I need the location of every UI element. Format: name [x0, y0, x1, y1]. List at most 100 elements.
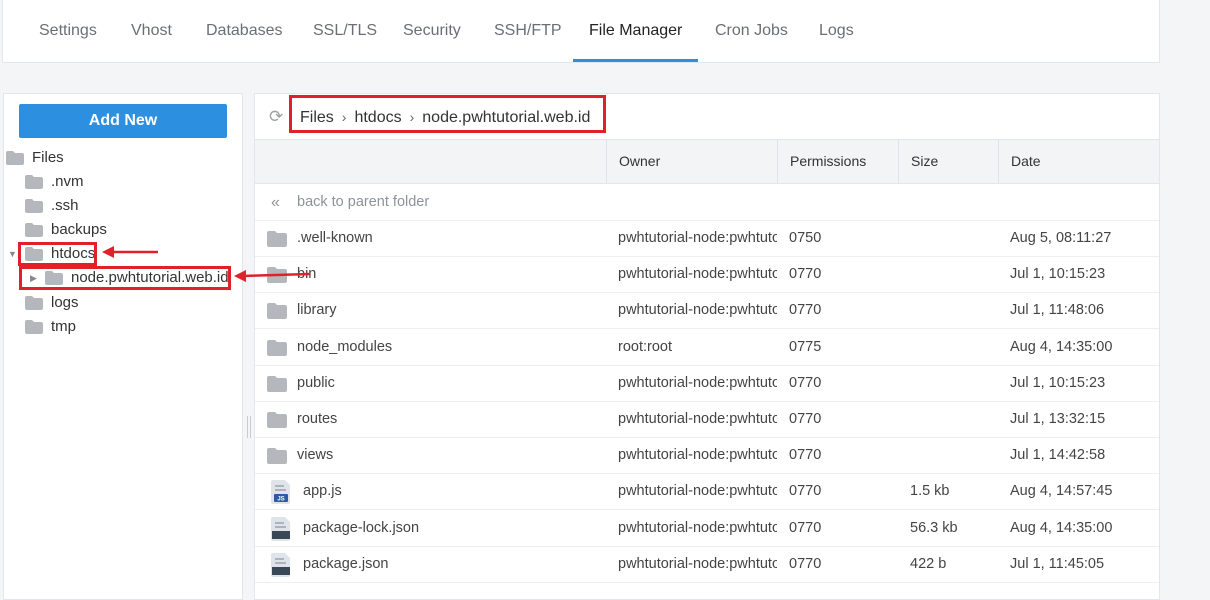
breadcrumb-files[interactable]: Files: [300, 109, 334, 126]
table-row[interactable]: package.json pwhtutorial-node:pwhtutorial…: [255, 547, 1159, 583]
file-owner: pwhtutorial-node:pwhtutorial-node: [618, 230, 777, 246]
file-name: library: [297, 302, 337, 319]
caret-down-icon[interactable]: ▼: [8, 249, 17, 259]
file-permissions: 0770: [789, 302, 822, 319]
double-chevron-left-icon: «: [271, 194, 280, 211]
folder-icon: [267, 448, 287, 472]
table-header: Owner Permissions Size Date: [255, 140, 1159, 184]
tree-item-backups[interactable]: backups: [25, 219, 107, 241]
table-row[interactable]: package-lock.json pwhtutorial-node:pwhtut…: [255, 511, 1159, 547]
file-date: Aug 4, 14:57:45: [1010, 483, 1113, 500]
breadcrumb-bar: ⟳ Files › htdocs › node.pwhtutorial.web.id: [255, 94, 1159, 140]
tab-databases[interactable]: Databases: [190, 0, 299, 62]
file-owner: pwhtutorial-node:pwhtutorial-node: [618, 411, 777, 427]
file-name: package.json: [303, 555, 389, 572]
folder-icon: [25, 175, 43, 190]
folder-icon: [45, 271, 63, 286]
chevron-right-icon: ›: [409, 109, 415, 125]
file-date: Aug 4, 14:35:00: [1010, 338, 1113, 355]
file-owner: pwhtutorial-node:pwhtutorial-node: [618, 374, 777, 391]
caret-right-icon[interactable]: ▶: [30, 273, 37, 284]
file-name: views: [297, 447, 334, 464]
tree-item-tmp[interactable]: tmp: [25, 316, 76, 338]
table-row[interactable]: views pwhtutorial-node:pwhtutorial-node 07…: [255, 438, 1159, 475]
file-permissions: 0770: [789, 483, 822, 500]
table-row[interactable]: public pwhtutorial-node:pwhtutorial-node 0…: [255, 366, 1159, 402]
tab-ssl-tls[interactable]: SSL/TLS: [297, 0, 393, 62]
file-owner: pwhtutorial-node:pwhtutorial-node: [618, 302, 777, 319]
add-new-button[interactable]: Add New: [19, 104, 227, 138]
tree-item-label: htdocs: [51, 245, 96, 262]
tab-settings[interactable]: Settings: [23, 0, 113, 62]
folder-icon: [6, 151, 24, 166]
file-date: Aug 5, 08:11:27: [1010, 230, 1112, 246]
column-permissions[interactable]: Permissions: [777, 140, 899, 183]
file-size: [910, 257, 1000, 292]
file-permissions: 0770: [789, 266, 822, 283]
breadcrumb-htdocs[interactable]: htdocs: [354, 109, 401, 126]
file-size: [910, 330, 1000, 365]
tree-item-label: Files: [32, 149, 64, 166]
breadcrumb: Files › htdocs › node.pwhtutorial.web.id: [292, 101, 598, 133]
tree-item-label: node.pwhtutorial.web.id: [71, 269, 229, 286]
table-row[interactable]: routes pwhtutorial-node:pwhtutorial-node 0…: [255, 402, 1159, 438]
file-size: 1.5 kb: [910, 483, 950, 500]
file-size: [910, 221, 1000, 256]
file-name: package-lock.json: [303, 519, 420, 536]
tab-ssh-ftp[interactable]: SSH/FTP: [478, 0, 578, 62]
file-owner: pwhtutorial-node:pwhtutorial-node: [618, 555, 777, 572]
file-size: [910, 366, 1000, 401]
table-row[interactable]: bin pwhtutorial-node:pwhtutorial-node 0770…: [255, 257, 1159, 294]
table-row[interactable]: node_modules root:root 0775 Aug 4, 14:35:00: [255, 330, 1159, 366]
file-permissions: 0770: [789, 374, 822, 391]
tab-logs[interactable]: Logs: [803, 0, 870, 62]
drag-handle-icon[interactable]: [247, 416, 251, 438]
column-size[interactable]: Size: [898, 140, 999, 183]
file-name: bin: [297, 266, 317, 283]
column-date[interactable]: Date: [998, 140, 1159, 183]
tree-item-nvm[interactable]: .nvm: [25, 171, 84, 193]
tree-item-logs[interactable]: logs: [25, 292, 79, 314]
file-name: .well-known: [297, 230, 373, 246]
file-permissions: 0770: [789, 411, 822, 427]
file-owner: pwhtutorial-node:pwhtutorial-node: [618, 447, 777, 464]
refresh-icon[interactable]: ⟳: [269, 108, 287, 126]
file-date: Jul 1, 11:45:05: [1010, 555, 1105, 572]
folder-tree-panel: Add New Files .nvm .ssh backups ▼ htdocs…: [3, 93, 243, 600]
table-row[interactable]: JS app.js pwhtutorial-node:pwhtutorial-nod…: [255, 474, 1159, 511]
file-date: Jul 1, 10:15:23: [1010, 266, 1106, 283]
file-owner: pwhtutorial-node:pwhtutorial-node: [618, 266, 777, 283]
tree-item-files[interactable]: Files: [6, 147, 64, 169]
file-owner: pwhtutorial-node:pwhtutorial-node: [618, 483, 777, 500]
file-name: routes: [297, 411, 338, 427]
tree-item-htdocs[interactable]: htdocs: [25, 243, 95, 265]
tab-file-manager[interactable]: File Manager: [573, 0, 699, 62]
file-permissions: 0750: [789, 230, 822, 246]
folder-icon: [267, 412, 287, 436]
tab-vhost[interactable]: Vhost: [115, 0, 188, 62]
chevron-right-icon: ›: [341, 109, 347, 125]
js-file-icon: JS: [270, 480, 292, 505]
file-size: 422 b: [910, 555, 947, 572]
file-date: Jul 1, 13:32:15: [1010, 411, 1106, 427]
file-date: Jul 1, 11:48:06: [1010, 302, 1105, 319]
file-permissions: 0770: [789, 519, 822, 536]
folder-icon: [267, 267, 287, 291]
back-to-parent-row[interactable]: « back to parent folder: [255, 185, 1159, 221]
table-row[interactable]: library pwhtutorial-node:pwhtutorial-node…: [255, 293, 1159, 330]
tree-item-ssh[interactable]: .ssh: [25, 195, 79, 217]
folder-icon: [267, 339, 287, 364]
file-icon: [270, 552, 292, 577]
tab-security[interactable]: Security: [387, 0, 477, 62]
tab-cron-jobs[interactable]: Cron Jobs: [699, 0, 804, 62]
column-owner[interactable]: Owner: [606, 140, 778, 183]
breadcrumb-current: node.pwhtutorial.web.id: [422, 109, 591, 126]
file-permissions: 0775: [789, 338, 822, 355]
tree-item-node-pwhtutorial[interactable]: node.pwhtutorial.web.id: [45, 267, 229, 289]
file-size: 56.3 kb: [910, 519, 958, 536]
panel-splitter[interactable]: [245, 93, 253, 600]
tree-item-label: logs: [51, 294, 79, 311]
folder-icon: [267, 303, 287, 327]
folder-icon: [267, 375, 287, 400]
table-row[interactable]: .well-known pwhtutorial-node:pwhtutorial-…: [255, 221, 1159, 257]
